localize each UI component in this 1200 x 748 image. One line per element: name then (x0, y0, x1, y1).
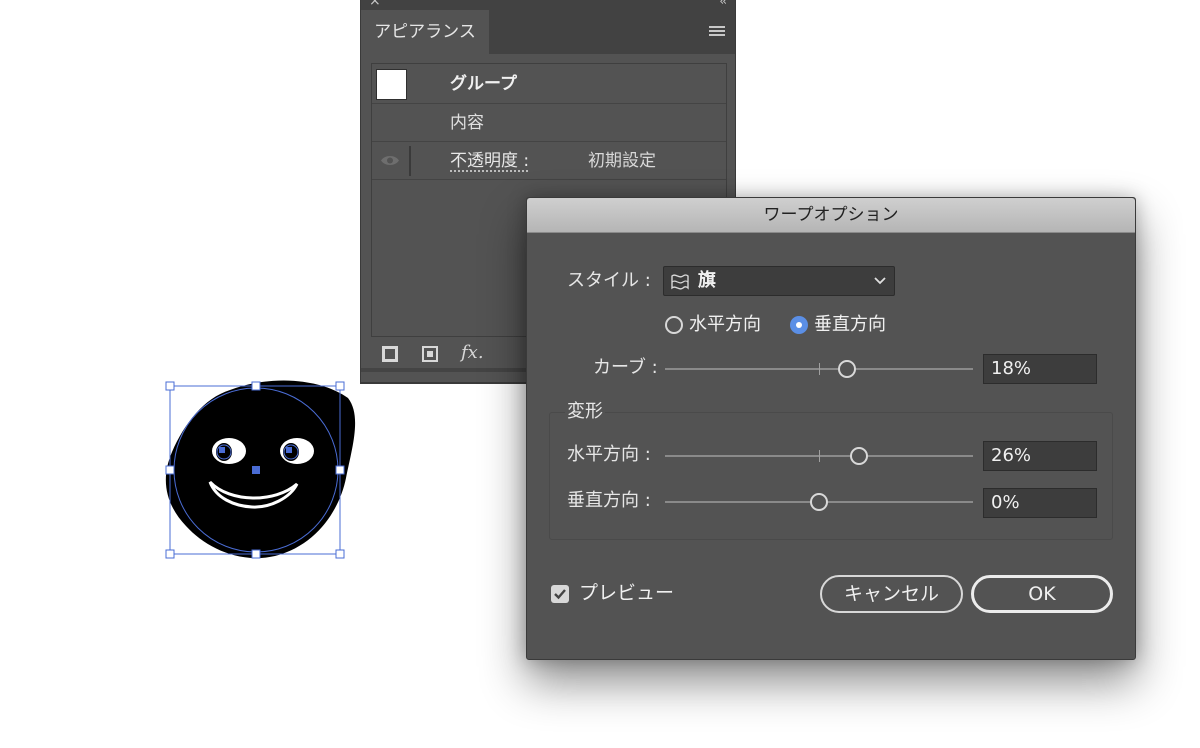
preview-checkbox[interactable] (551, 585, 569, 603)
warp-options-dialog: ワープオプション スタイル : 旗 水平方向 垂直方向 カーブ : 18% 変形… (526, 197, 1136, 660)
close-icon[interactable]: × (369, 0, 381, 8)
add-stroke-icon[interactable] (382, 346, 398, 362)
ok-button[interactable]: OK (971, 575, 1113, 613)
face-shape (165, 380, 356, 559)
group-thumbnail (376, 69, 407, 100)
chevron-down-icon (874, 277, 886, 285)
bend-value-field[interactable]: 18% (983, 354, 1097, 384)
bend-slider-thumb[interactable] (837, 360, 856, 378)
tab-appearance[interactable]: アピアランス (361, 10, 489, 54)
collapse-icon[interactable]: ‹‹ (719, 0, 726, 8)
list-item-group[interactable]: グループ (372, 64, 726, 104)
dialog-title: ワープオプション (763, 205, 899, 225)
horizontal-distortion-label: 水平方向 : (567, 444, 651, 465)
style-label: スタイル : (567, 270, 651, 291)
radio-vertical[interactable] (790, 316, 808, 334)
style-selected-value: 旗 (698, 270, 716, 291)
add-fill-icon[interactable] (422, 346, 438, 362)
horizontal-value-field[interactable]: 26% (983, 441, 1097, 471)
opacity-link[interactable]: 不透明度 : (450, 142, 529, 180)
distortion-group-title: 変形 (565, 398, 605, 426)
cancel-button[interactable]: キャンセル (820, 575, 963, 613)
style-dropdown[interactable]: 旗 (663, 266, 895, 296)
panel-menu-icon[interactable] (709, 26, 725, 38)
list-item-contents[interactable]: 内容 (372, 104, 726, 142)
bend-label: カーブ : (593, 357, 658, 378)
flag-style-icon (671, 274, 689, 290)
opacity-value: 初期設定 (588, 151, 656, 171)
vertical-slider-thumb[interactable] (810, 493, 828, 511)
vertical-value-field[interactable]: 0% (983, 488, 1097, 518)
checkmark-icon (554, 589, 566, 600)
dialog-titlebar[interactable]: ワープオプション (527, 198, 1135, 233)
fx-icon[interactable]: fx. (461, 340, 484, 366)
contents-label: 内容 (450, 113, 484, 133)
radio-horizontal[interactable] (665, 316, 683, 334)
center-point (252, 466, 260, 474)
group-label: グループ (450, 74, 517, 94)
distortion-group (549, 412, 1113, 540)
horizontal-slider-thumb[interactable] (850, 447, 869, 465)
eye-icon[interactable] (380, 154, 400, 167)
vertical-distortion-label: 垂直方向 : (567, 490, 651, 511)
panel-top-bar: × ‹‹ (361, 0, 735, 10)
list-item-opacity[interactable]: 不透明度 : 初期設定 (372, 142, 726, 180)
preview-label[interactable]: プレビュー (579, 578, 674, 608)
radio-horizontal-label[interactable]: 水平方向 (689, 311, 761, 339)
panel-tab-bar: アピアランス (361, 10, 735, 54)
radio-vertical-label[interactable]: 垂直方向 (814, 311, 886, 339)
